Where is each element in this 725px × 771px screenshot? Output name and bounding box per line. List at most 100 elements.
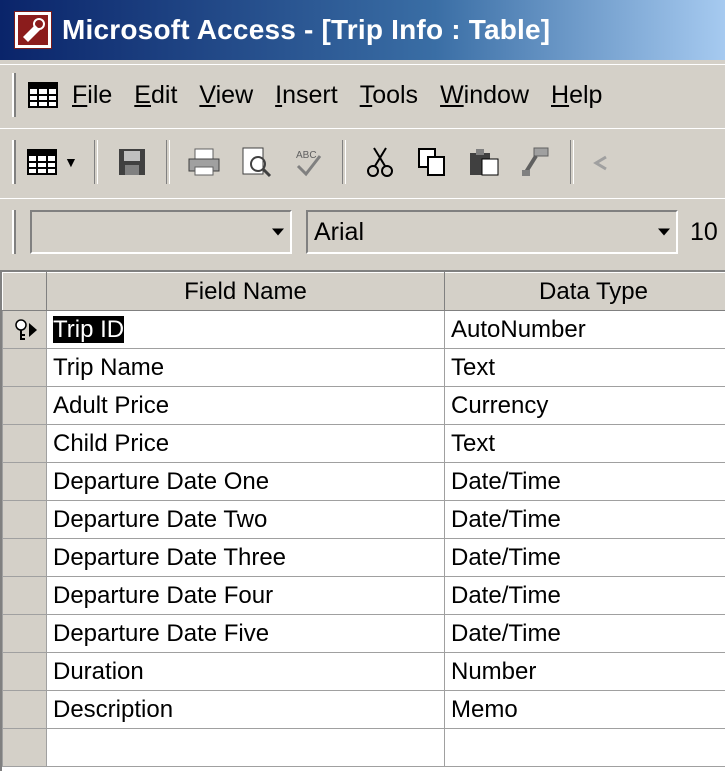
chevron-down-icon[interactable]: ▼ (64, 154, 78, 170)
data-type-cell[interactable] (444, 728, 725, 767)
corner-selector[interactable] (2, 272, 47, 311)
table-row: Description Memo (2, 690, 725, 729)
row-selector[interactable] (2, 462, 47, 501)
spelling-icon: ABC (296, 150, 322, 177)
paste-button[interactable] (464, 142, 504, 182)
row-selector[interactable] (2, 310, 47, 349)
table-row: Child Price Text (2, 424, 725, 463)
font-size-value[interactable]: 10 (690, 218, 718, 247)
cut-button[interactable] (360, 142, 400, 182)
copy-icon (417, 148, 445, 176)
data-type-cell[interactable]: Number (444, 652, 725, 691)
row-selector[interactable] (2, 538, 47, 577)
print-preview-icon (242, 147, 271, 178)
save-icon (118, 149, 145, 175)
row-selector[interactable] (2, 614, 47, 653)
row-selector[interactable] (2, 652, 47, 691)
print-icon (188, 148, 220, 176)
undo-button[interactable] (588, 142, 608, 182)
table-view-button[interactable] (22, 142, 62, 182)
window-title: Microsoft Access - [Trip Info : Table] (62, 14, 551, 45)
table-row (2, 728, 725, 767)
toolbar-grip[interactable] (12, 140, 16, 184)
data-type-cell[interactable]: Date/Time (444, 576, 725, 615)
menu-insert[interactable]: Insert (275, 81, 338, 110)
save-button[interactable] (112, 142, 152, 182)
field-name-cell[interactable]: Child Price (46, 424, 445, 463)
column-header-field-name[interactable]: Field Name (46, 272, 445, 311)
font-name-value: Arial (314, 217, 365, 246)
toolbar-separator (165, 140, 170, 184)
menu-window[interactable]: Window (440, 81, 529, 110)
spelling-button[interactable]: ABC (288, 142, 328, 182)
formatbar-grip[interactable] (12, 210, 16, 254)
cut-icon (366, 147, 393, 177)
primary-key-icon (14, 318, 27, 340)
field-name-cell[interactable]: Departure Date Three (46, 538, 445, 577)
data-type-cell[interactable]: Date/Time (444, 462, 725, 501)
field-name-cell[interactable]: Trip Name (46, 348, 445, 387)
table-row: Departure Date Two Date/Time (2, 500, 725, 539)
copy-button[interactable] (412, 142, 452, 182)
table-row: Duration Number (2, 652, 725, 691)
row-selector[interactable] (2, 424, 47, 463)
data-type-cell[interactable]: Text (444, 424, 725, 463)
table-row: Trip ID AutoNumber (2, 310, 725, 349)
undo-icon (592, 155, 607, 171)
print-button[interactable] (184, 142, 224, 182)
print-preview-button[interactable] (236, 142, 276, 182)
row-selector[interactable] (2, 576, 47, 615)
title-bar[interactable]: Microsoft Access - [Trip Info : Table] (0, 0, 725, 60)
menu-tools[interactable]: Tools (360, 81, 418, 110)
data-type-cell[interactable]: Date/Time (444, 500, 725, 539)
svg-text:ABC: ABC (296, 150, 317, 161)
format-painter-button[interactable] (516, 142, 556, 182)
data-type-cell[interactable]: Memo (444, 690, 725, 729)
column-header-data-type[interactable]: Data Type (444, 272, 725, 311)
table-row: Departure Date One Date/Time (2, 462, 725, 501)
data-type-cell[interactable]: Currency (444, 386, 725, 425)
format-painter-icon (521, 147, 549, 176)
field-name-cell[interactable]: Departure Date Two (46, 500, 445, 539)
row-selector[interactable] (2, 728, 47, 767)
formatting-toolbar: Arial 10 (0, 198, 725, 265)
field-name-cell[interactable]: Departure Date One (46, 462, 445, 501)
row-selector[interactable] (2, 386, 47, 425)
data-type-cell[interactable]: AutoNumber (444, 310, 725, 349)
field-name-cell[interactable]: Trip ID (46, 310, 445, 349)
menu-edit[interactable]: Edit (134, 81, 177, 110)
data-type-cell[interactable]: Date/Time (444, 538, 725, 577)
field-name-cell[interactable]: Adult Price (46, 386, 445, 425)
menu-help[interactable]: Help (551, 81, 602, 110)
table-row: Departure Date Four Date/Time (2, 576, 725, 615)
chevron-down-icon[interactable] (272, 228, 284, 236)
field-name-cell[interactable]: Duration (46, 652, 445, 691)
toolbar-separator (569, 140, 574, 184)
toolbar-separator (93, 140, 98, 184)
table-design-grid: Field Name Data Type Trip ID AutoNumber … (0, 270, 725, 771)
current-row-arrow-icon (28, 322, 37, 337)
field-name-cell[interactable] (46, 728, 445, 767)
table-doc-icon[interactable] (28, 82, 58, 108)
table-view-icon (27, 149, 57, 175)
data-type-cell[interactable]: Text (444, 348, 725, 387)
menubar-grip[interactable] (12, 73, 16, 117)
selected-text: Trip ID (53, 315, 125, 343)
chevron-down-icon[interactable] (658, 228, 670, 236)
access-key-icon[interactable] (14, 11, 52, 49)
field-name-cell[interactable]: Departure Date Four (46, 576, 445, 615)
font-name-combo[interactable]: Arial (306, 210, 678, 254)
row-selector[interactable] (2, 348, 47, 387)
data-type-cell[interactable]: Date/Time (444, 614, 725, 653)
header-row: Field Name Data Type (2, 272, 725, 311)
row-selector[interactable] (2, 500, 47, 539)
row-selector[interactable] (2, 690, 47, 729)
object-combo[interactable] (30, 210, 292, 254)
field-name-cell[interactable]: Departure Date Five (46, 614, 445, 653)
table-row: Adult Price Currency (2, 386, 725, 425)
standard-toolbar: ▼ ABC (0, 128, 725, 195)
menu-view[interactable]: View (199, 81, 253, 110)
table-row: Departure Date Three Date/Time (2, 538, 725, 577)
field-name-cell[interactable]: Description (46, 690, 445, 729)
menu-file[interactable]: File (72, 81, 112, 110)
